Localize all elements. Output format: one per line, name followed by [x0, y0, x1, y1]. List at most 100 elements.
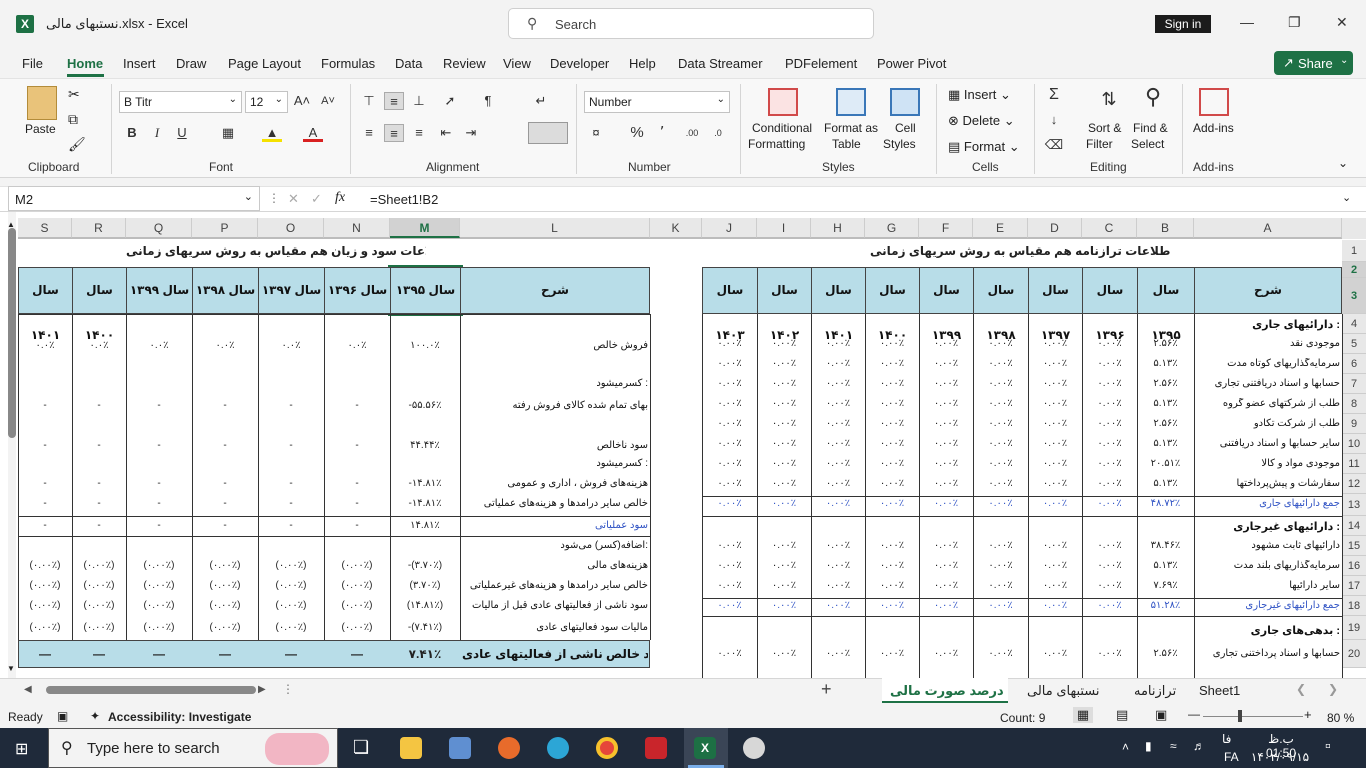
- bs-cell[interactable]: [811, 520, 865, 534]
- bs-cell[interactable]: ۰.۰۰٪: [702, 540, 757, 554]
- bs-cell[interactable]: ۲۰.۵۱٪: [1137, 458, 1194, 472]
- bs-cell[interactable]: ۰.۰۰٪: [1082, 498, 1137, 512]
- row-header-4[interactable]: 4: [1342, 314, 1366, 334]
- bs-cell[interactable]: ۰.۰۰٪: [702, 358, 757, 372]
- calculator-icon[interactable]: [449, 737, 471, 759]
- row-header-14[interactable]: 14: [1342, 516, 1366, 536]
- pl-total-cell[interactable]: —: [192, 647, 258, 663]
- bs-cell[interactable]: ۰.۰۰٪: [865, 478, 919, 492]
- pl-total-cell[interactable]: —: [324, 647, 390, 663]
- bs-cell[interactable]: ۰.۰۰٪: [865, 338, 919, 352]
- format-painter-icon[interactable]: 🖌: [68, 136, 86, 153]
- bs-cell[interactable]: ۰.۰۰٪: [865, 438, 919, 452]
- pl-cell[interactable]: (۰.۰۰٪): [72, 600, 126, 614]
- bs-cell[interactable]: ۰.۰۰٪: [865, 458, 919, 472]
- scroll-up-icon[interactable]: ▲: [7, 220, 15, 229]
- sheet-tab-ratios[interactable]: نستبهای مالی: [1027, 683, 1100, 699]
- bs-year-header[interactable]: سال ۱۳۹۸: [973, 267, 1029, 342]
- pl-row-label[interactable]: کسرمیشود :: [462, 458, 648, 472]
- pl-cell[interactable]: -: [126, 478, 192, 492]
- pl-cell[interactable]: [72, 458, 126, 472]
- bs-cell[interactable]: ۰.۰۰٪: [702, 378, 757, 392]
- bs-cell[interactable]: ۰.۰۰٪: [973, 378, 1028, 392]
- pl-cell[interactable]: (۰.۰۰٪): [72, 560, 126, 574]
- pl-cell[interactable]: [324, 458, 390, 472]
- bs-cell[interactable]: ۰.۰۰٪: [865, 540, 919, 554]
- increase-font-icon[interactable]: A˄: [292, 92, 312, 110]
- column-header-P[interactable]: P: [192, 218, 258, 238]
- bs-cell[interactable]: [1028, 624, 1082, 638]
- pl-year-header[interactable]: سال ۱۳۹۸: [192, 267, 259, 314]
- cell-styles-icon[interactable]: [890, 88, 920, 116]
- row-header-11[interactable]: 11: [1342, 454, 1366, 474]
- bs-cell[interactable]: ۰.۰۰٪: [919, 498, 973, 512]
- column-header-A[interactable]: A: [1194, 218, 1342, 238]
- bs-cell[interactable]: ۰.۰۰٪: [865, 600, 919, 614]
- bs-cell[interactable]: [1028, 318, 1082, 332]
- bs-cell[interactable]: ۰.۰۰٪: [1082, 418, 1137, 432]
- bs-year-header[interactable]: سال ۱۴۰۱: [811, 267, 866, 342]
- bs-row-label[interactable]: سایر حسابها و اسناد دریافتنی: [1196, 438, 1340, 452]
- bs-cell[interactable]: [757, 318, 811, 332]
- bs-cell[interactable]: ۰.۰۰٪: [919, 438, 973, 452]
- cut-icon[interactable]: ✂: [68, 86, 80, 103]
- row-header-16[interactable]: 16: [1342, 556, 1366, 576]
- bs-cell[interactable]: ۰.۰۰٪: [757, 338, 811, 352]
- pl-cell[interactable]: -: [258, 520, 324, 534]
- pl-cell[interactable]: -: [72, 440, 126, 454]
- pl-cell[interactable]: -: [258, 400, 324, 414]
- pl-cell[interactable]: -: [72, 498, 126, 512]
- bs-row-label[interactable]: طلب از شرکتهای عضو گروه: [1196, 398, 1340, 412]
- pl-cell[interactable]: -: [258, 498, 324, 512]
- zoom-out-icon[interactable]: —: [1188, 707, 1200, 721]
- pl-year-header[interactable]: سال ۱۳۹۷: [258, 267, 325, 314]
- bs-row-label[interactable]: سایر دارائیها: [1196, 580, 1340, 594]
- bs-cell[interactable]: [1082, 624, 1137, 638]
- pl-cell[interactable]: [72, 540, 126, 554]
- bs-cell[interactable]: ۰.۰۰٪: [811, 398, 865, 412]
- pl-cell[interactable]: ۰.۰٪: [72, 340, 126, 354]
- pl-row-label[interactable]: خالص سایر درآمدها و هزینه‌های عملیاتی: [462, 498, 648, 512]
- bs-cell[interactable]: ۵.۱۳٪: [1137, 358, 1194, 372]
- orientation-icon[interactable]: ➚: [440, 92, 460, 110]
- bs-cell[interactable]: ۰.۰۰٪: [973, 398, 1028, 412]
- copy-icon[interactable]: ⧉: [68, 111, 78, 128]
- pl-cell[interactable]: -: [324, 400, 390, 414]
- enter-icon[interactable]: ✓: [311, 191, 322, 207]
- bs-cell[interactable]: [1028, 520, 1082, 534]
- bs-cell[interactable]: ۰.۰۰٪: [1082, 458, 1137, 472]
- bs-cell[interactable]: ۰.۰۰٪: [1028, 580, 1082, 594]
- pl-cell[interactable]: -: [126, 400, 192, 414]
- pl-cell[interactable]: ۰.۰٪: [18, 340, 72, 354]
- pl-cell[interactable]: -: [72, 520, 126, 534]
- bs-cell[interactable]: ۰.۰۰٪: [973, 560, 1028, 574]
- bs-cell[interactable]: ۰.۰۰٪: [757, 560, 811, 574]
- bs-cell[interactable]: ۰.۰۰٪: [811, 580, 865, 594]
- font-name-select[interactable]: B Titr ⌄: [119, 91, 242, 113]
- bs-cell[interactable]: ۰.۰۰٪: [1082, 478, 1137, 492]
- bs-cell[interactable]: ۰.۰۰٪: [811, 600, 865, 614]
- pl-cell[interactable]: (۰.۰۰٪): [258, 560, 324, 574]
- pl-cell[interactable]: [390, 540, 460, 554]
- row-header-17[interactable]: 17: [1342, 576, 1366, 596]
- pl-cell[interactable]: -(۳.۷۰٪): [390, 560, 460, 574]
- pl-cell[interactable]: -: [18, 400, 72, 414]
- bs-cell[interactable]: ۲.۵۶٪: [1137, 378, 1194, 392]
- pl-cell[interactable]: [258, 458, 324, 472]
- pl-cell[interactable]: [72, 378, 126, 392]
- windows-start-icon[interactable]: ⊞: [15, 739, 33, 758]
- file-explorer-icon[interactable]: [400, 737, 422, 759]
- bs-cell[interactable]: ۰.۰۰٪: [1082, 648, 1137, 662]
- sheet-tab-percent[interactable]: درصد صورت مالی: [890, 683, 1004, 699]
- bs-cell[interactable]: ۲.۵۶٪: [1137, 648, 1194, 662]
- bs-cell[interactable]: ۰.۰۰٪: [757, 600, 811, 614]
- bs-cell[interactable]: [1137, 520, 1194, 534]
- bs-row-label[interactable]: طلب از شرکت تکادو: [1196, 418, 1340, 432]
- row-header-18[interactable]: 18: [1342, 596, 1366, 616]
- bs-year-header[interactable]: سال ۱۴۰۲: [757, 267, 812, 342]
- pl-cell[interactable]: (۰.۰۰٪): [18, 600, 72, 614]
- bs-cell[interactable]: ۰.۰۰٪: [1082, 560, 1137, 574]
- cell-styles-label[interactable]: Cell: [895, 121, 916, 135]
- percent-icon[interactable]: %: [627, 124, 647, 142]
- insert-function-icon[interactable]: fx: [335, 190, 345, 206]
